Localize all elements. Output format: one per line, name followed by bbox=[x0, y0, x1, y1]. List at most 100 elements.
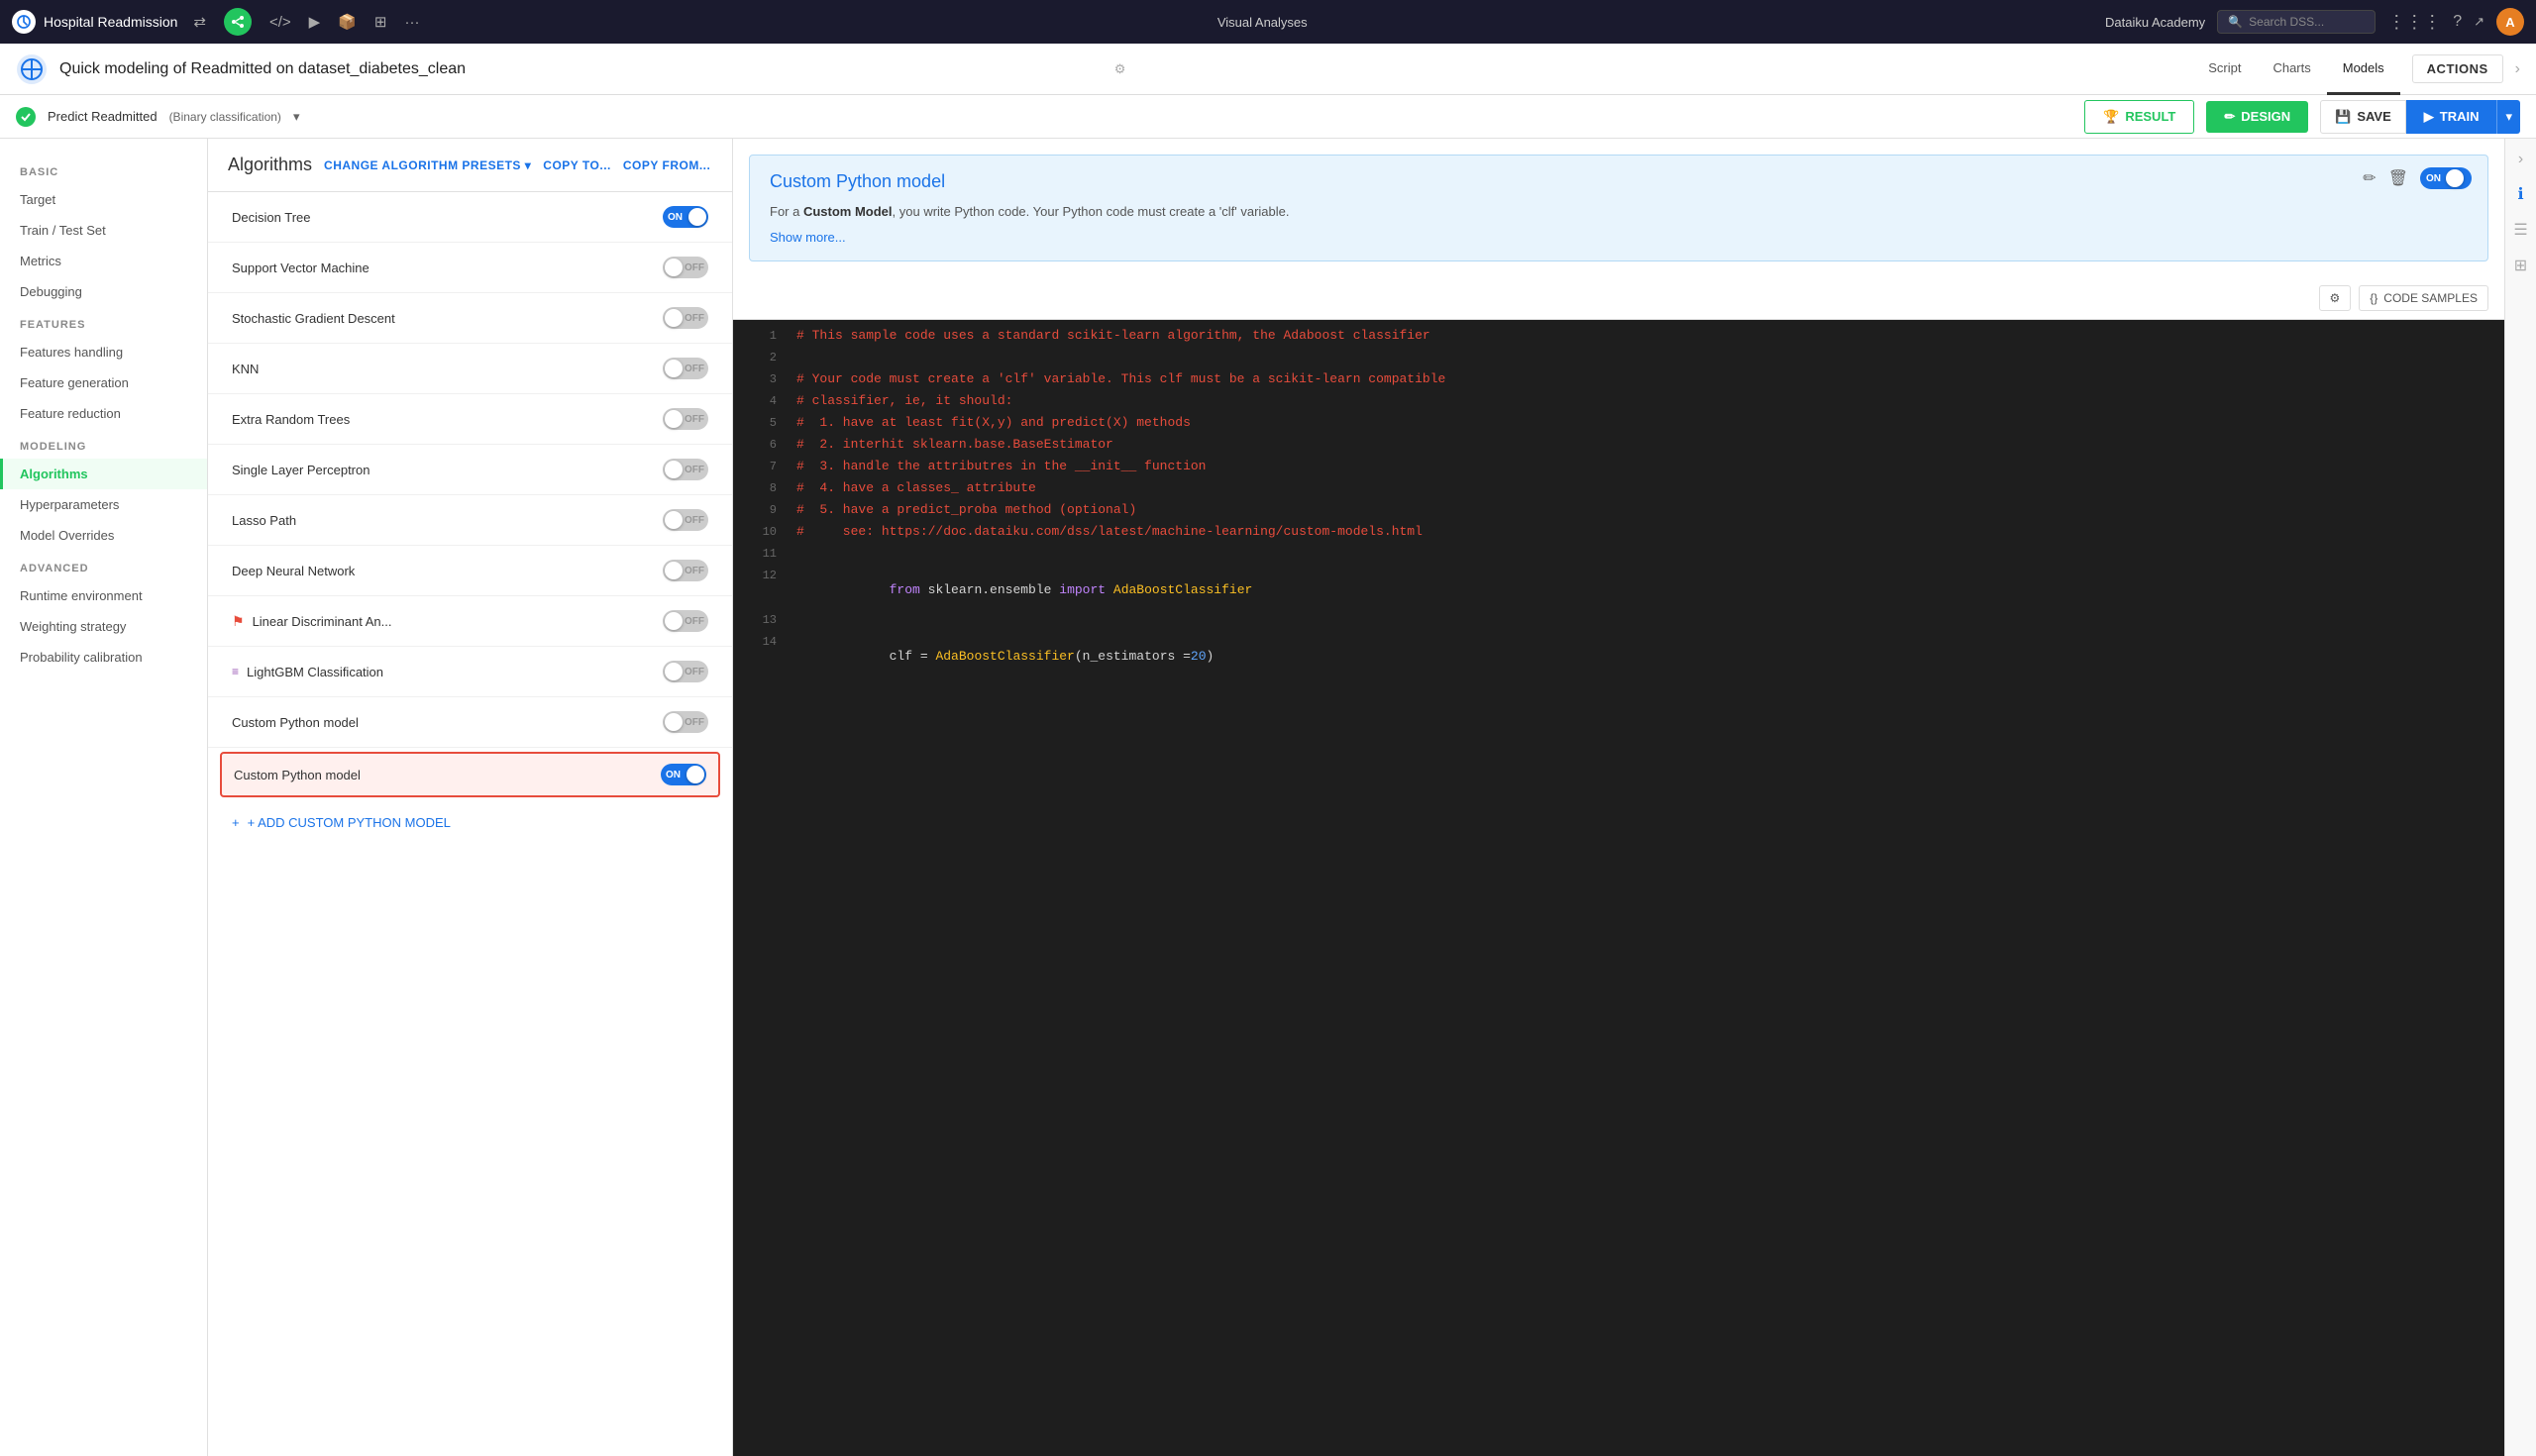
model-card: ✏ 🗑 ON Custom Python model For a Custom … bbox=[749, 155, 2488, 261]
train-dropdown-button[interactable]: ▾ bbox=[2496, 100, 2520, 134]
sidebar-item-feature-generation[interactable]: Feature generation bbox=[0, 367, 207, 398]
algo-name-dnn: Deep Neural Network bbox=[232, 564, 355, 578]
toggle-custom-python-2[interactable]: ON bbox=[661, 764, 706, 785]
info-icon[interactable]: ℹ bbox=[2517, 184, 2523, 204]
grid-icon[interactable]: ⋮⋮⋮ bbox=[2387, 12, 2441, 33]
toggle-lasso[interactable]: OFF bbox=[663, 509, 708, 531]
sidebar-section-basic: BASIC bbox=[0, 155, 207, 184]
dashboard-icon[interactable]: ⊞ bbox=[374, 13, 387, 31]
sidebar: BASIC Target Train / Test Set Metrics De… bbox=[0, 139, 208, 1456]
toggle-decision-tree[interactable]: ON bbox=[663, 206, 708, 228]
actions-button[interactable]: ACTIONS bbox=[2412, 54, 2503, 83]
show-more-link[interactable]: Show more... bbox=[770, 230, 2468, 245]
sidebar-item-traintest[interactable]: Train / Test Set bbox=[0, 215, 207, 246]
sidebar-item-features-handling[interactable]: Features handling bbox=[0, 337, 207, 367]
flow-icon[interactable] bbox=[224, 8, 252, 36]
visual-analyses-label: Visual Analyses bbox=[1217, 15, 1308, 30]
app-logo[interactable] bbox=[12, 10, 36, 34]
change-presets-button[interactable]: CHANGE ALGORITHM PRESETS ▾ bbox=[324, 158, 531, 172]
toggle-dnn[interactable]: OFF bbox=[663, 560, 708, 581]
code-panel: ✏ 🗑 ON Custom Python model For a Custom … bbox=[733, 139, 2504, 1456]
right-panel: › ℹ ☰ ⊞ bbox=[2504, 139, 2536, 1456]
project-title: Hospital Readmission bbox=[44, 14, 177, 30]
toggle-model-card[interactable]: ON bbox=[2420, 167, 2472, 189]
model-card-actions: ✏ 🗑 ON bbox=[2363, 167, 2472, 189]
topbar: Hospital Readmission ⇄ </> ▶ 📦 ⊞ ··· Vis… bbox=[0, 0, 2536, 44]
model-card-bold: Custom Model bbox=[803, 204, 893, 219]
code-editor[interactable]: 1 # This sample code uses a standard sci… bbox=[733, 320, 2504, 1456]
code-icon[interactable]: </> bbox=[269, 14, 291, 31]
user-avatar[interactable]: A bbox=[2496, 8, 2524, 36]
copy-to-button[interactable]: COPY TO... bbox=[543, 158, 611, 172]
panel-icon-3[interactable]: ⊞ bbox=[2514, 256, 2527, 275]
predict-dropdown-icon[interactable]: ▾ bbox=[293, 109, 300, 125]
add-icon: + bbox=[232, 815, 240, 830]
sidebar-item-metrics[interactable]: Metrics bbox=[0, 246, 207, 276]
train-button[interactable]: ▶ TRAIN bbox=[2406, 100, 2497, 134]
train-icon: ▶ bbox=[2424, 109, 2434, 125]
analysis-title: Quick modeling of Readmitted on dataset_… bbox=[59, 60, 1103, 78]
copy-from-button[interactable]: COPY FROM... bbox=[623, 158, 710, 172]
toggle-lgbm[interactable]: OFF bbox=[663, 661, 708, 682]
toggle-slp[interactable]: OFF bbox=[663, 459, 708, 480]
algo-row-lgbm: ≡ LightGBM Classification OFF bbox=[208, 647, 732, 697]
sidebar-item-hyperparameters[interactable]: Hyperparameters bbox=[0, 489, 207, 520]
algo-name-sgd: Stochastic Gradient Descent bbox=[232, 311, 395, 326]
thirdbar: Predict Readmitted (Binary classificatio… bbox=[0, 95, 2536, 139]
collapse-right-icon[interactable]: › bbox=[2518, 151, 2523, 168]
algo-name-slp: Single Layer Perceptron bbox=[232, 463, 370, 477]
algo-row-knn: KNN OFF bbox=[208, 344, 732, 394]
sidebar-item-target[interactable]: Target bbox=[0, 184, 207, 215]
sidebar-item-algorithms[interactable]: Algorithms bbox=[0, 459, 207, 489]
sidebar-item-debugging[interactable]: Debugging bbox=[0, 276, 207, 307]
run-icon[interactable]: ▶ bbox=[309, 13, 321, 31]
toggle-custom-python-1[interactable]: OFF bbox=[663, 711, 708, 733]
settings-button[interactable]: ⚙ bbox=[2319, 285, 2352, 311]
search-box[interactable]: 🔍 Search DSS... bbox=[2217, 10, 2376, 34]
topbar-right: Dataiku Academy 🔍 Search DSS... ⋮⋮⋮ ? ↗ … bbox=[2105, 8, 2524, 36]
sidebar-item-feature-reduction[interactable]: Feature reduction bbox=[0, 398, 207, 429]
toggle-svm[interactable]: OFF bbox=[663, 257, 708, 278]
tab-charts[interactable]: Charts bbox=[2257, 44, 2326, 95]
sidebar-item-runtime[interactable]: Runtime environment bbox=[0, 580, 207, 611]
design-icon: ✏ bbox=[2224, 109, 2235, 125]
code-line-4: 4 # classifier, ie, it should: bbox=[733, 393, 2504, 415]
sidebar-section-features: FEATURES bbox=[0, 307, 207, 337]
toggle-knn[interactable]: OFF bbox=[663, 358, 708, 379]
toggle-lda[interactable]: OFF bbox=[663, 610, 708, 632]
sidebar-item-model-overrides[interactable]: Model Overrides bbox=[0, 520, 207, 551]
code-samples-button[interactable]: {} CODE SAMPLES bbox=[2359, 285, 2488, 311]
result-icon: 🏆 bbox=[2103, 109, 2119, 125]
help-icon[interactable]: ? bbox=[2453, 13, 2462, 31]
topbar-center: Visual Analyses bbox=[427, 15, 2097, 30]
sidebar-item-probability[interactable]: Probability calibration bbox=[0, 642, 207, 673]
braces-icon: {} bbox=[2370, 291, 2378, 305]
deploy-icon[interactable]: 📦 bbox=[338, 13, 357, 31]
save-button[interactable]: 💾 SAVE bbox=[2320, 100, 2406, 134]
algo-title: Algorithms bbox=[228, 155, 312, 175]
code-line-14: 14 clf = AdaBoostClassifier(n_estimators… bbox=[733, 634, 2504, 678]
collapse-icon[interactable]: › bbox=[2515, 60, 2520, 78]
tab-models[interactable]: Models bbox=[2327, 44, 2400, 95]
external-link-icon[interactable]: ↗ bbox=[2474, 14, 2484, 30]
result-button[interactable]: 🏆 RESULT bbox=[2084, 100, 2194, 134]
sidebar-item-weighting[interactable]: Weighting strategy bbox=[0, 611, 207, 642]
toggle-sgd[interactable]: OFF bbox=[663, 307, 708, 329]
algo-row-custom-python-1: Custom Python model OFF bbox=[208, 697, 732, 748]
tab-script[interactable]: Script bbox=[2192, 44, 2257, 95]
panel-icon-2[interactable]: ☰ bbox=[2513, 220, 2527, 240]
algo-row-lda: ⚑ Linear Discriminant An... OFF bbox=[208, 596, 732, 647]
edit-icon[interactable]: ✏ bbox=[2363, 168, 2376, 188]
plugin-list-icon: ≡ bbox=[232, 665, 239, 678]
design-button[interactable]: ✏ DESIGN bbox=[2206, 101, 2308, 133]
share-icon[interactable]: ⇄ bbox=[193, 13, 206, 31]
sidebar-section-modeling: MODELING bbox=[0, 429, 207, 459]
add-custom-python-button[interactable]: + + ADD CUSTOM PYTHON MODEL bbox=[208, 801, 732, 844]
title-settings-icon[interactable]: ⚙ bbox=[1114, 61, 1126, 77]
delete-icon[interactable]: 🗑 bbox=[2388, 168, 2408, 188]
content-area: Algorithms CHANGE ALGORITHM PRESETS ▾ CO… bbox=[208, 139, 2536, 1456]
toggle-extra-random[interactable]: OFF bbox=[663, 408, 708, 430]
algo-row-custom-python-2-highlighted[interactable]: Custom Python model ON bbox=[220, 752, 720, 797]
code-line-12: 12 from sklearn.ensemble import AdaBoost… bbox=[733, 568, 2504, 612]
more-icon[interactable]: ··· bbox=[404, 14, 419, 31]
